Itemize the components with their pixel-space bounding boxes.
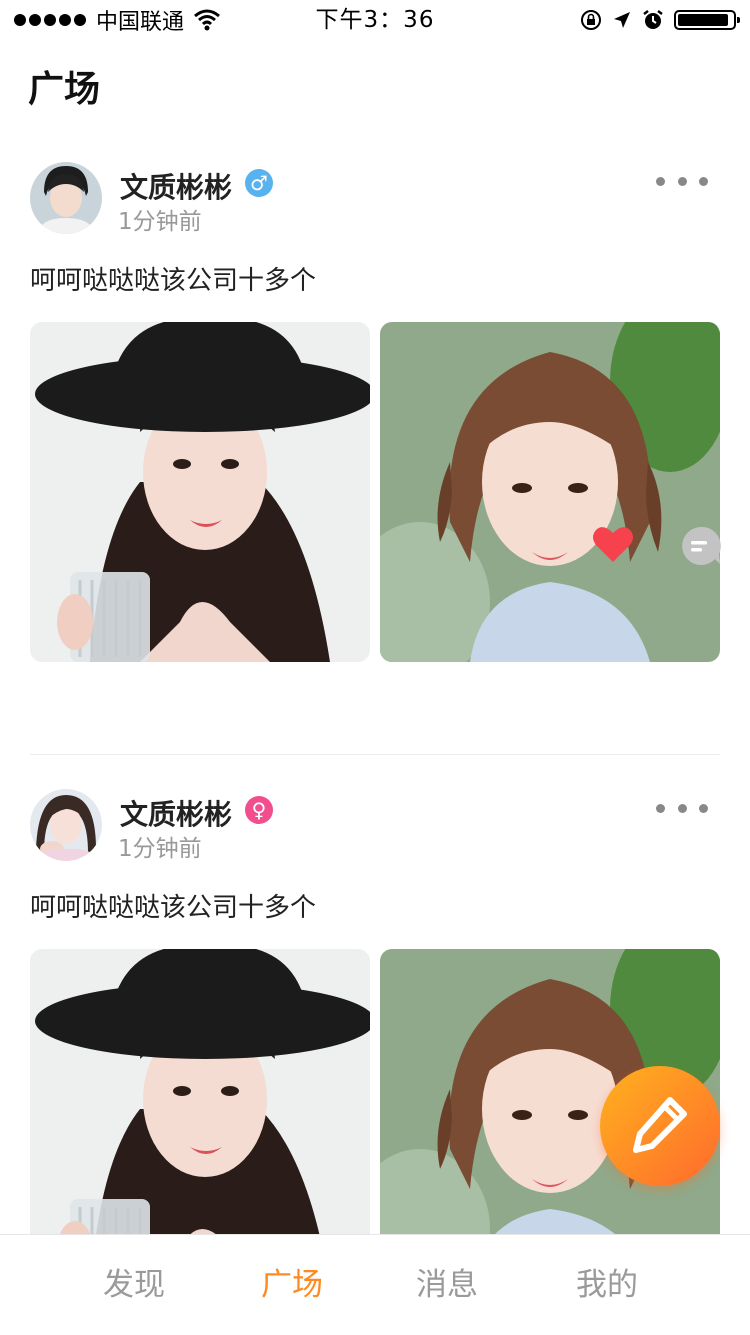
like-heart-icon[interactable] (592, 524, 634, 564)
post-photo[interactable] (30, 322, 370, 662)
pencil-icon (633, 1097, 687, 1153)
comment-icon[interactable] (681, 526, 721, 566)
tab-square[interactable]: 广场 (232, 1235, 352, 1335)
more-options-button[interactable] (656, 803, 708, 813)
post-photo[interactable] (380, 322, 720, 662)
location-arrow-icon (614, 12, 630, 28)
post-text: 呵呵哒哒哒该公司十多个 (30, 266, 317, 296)
male-gender-icon: ♂ (245, 169, 273, 197)
avatar[interactable] (30, 162, 102, 234)
post-time: 1分钟前 (118, 209, 202, 235)
avatar[interactable] (30, 789, 102, 861)
rotation-lock-icon (581, 10, 601, 30)
tab-messages[interactable]: 消息 (387, 1235, 507, 1335)
compose-post-button[interactable] (600, 1066, 720, 1186)
user-name[interactable]: 文质彬彬 (120, 793, 232, 833)
user-name[interactable]: 文质彬彬 (120, 166, 232, 206)
post-time: 1分钟前 (118, 836, 202, 862)
alarm-icon (643, 10, 663, 29)
divider (30, 754, 720, 755)
female-gender-icon: ♀ (245, 796, 273, 824)
status-right (580, 4, 740, 36)
tab-me[interactable]: 我的 (547, 1235, 667, 1335)
post-text: 呵呵哒哒哒该公司十多个 (30, 893, 317, 923)
tab-discover[interactable]: 发现 (74, 1235, 194, 1335)
battery-icon (674, 10, 740, 30)
bottom-tab-bar: 发现 广场 消息 我的 (0, 1234, 750, 1334)
more-options-button[interactable] (656, 176, 708, 186)
status-bar: 中国联通 下午3：36 (0, 0, 750, 40)
page-title: 广场 (28, 69, 101, 110)
